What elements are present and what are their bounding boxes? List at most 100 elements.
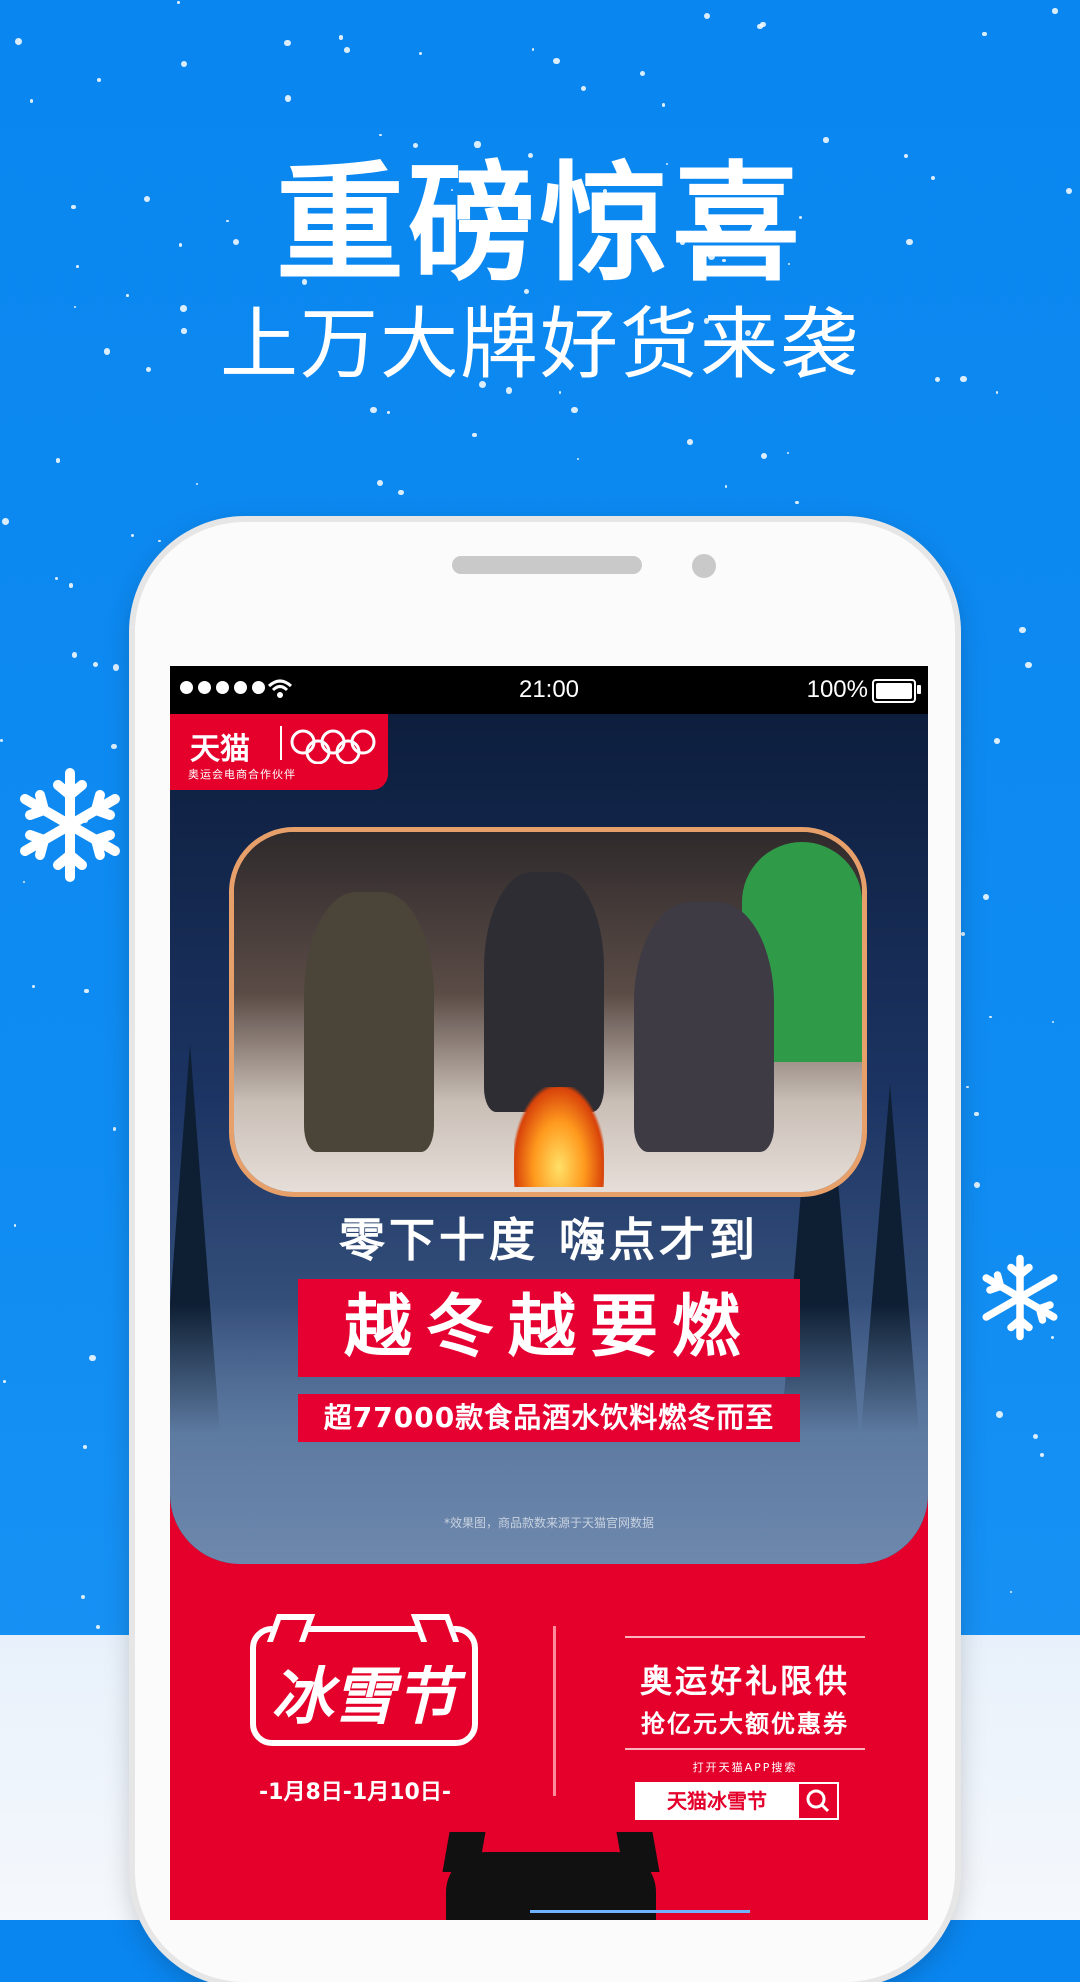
snow-dot [993,737,1000,744]
slogan-line2: 越冬越要燃 [298,1279,800,1377]
snow-dot [176,1,180,5]
snow-dot [1032,1433,1039,1440]
snow-dot [795,500,799,505]
snow-dot [110,743,117,750]
snow-dot [284,40,291,47]
snow-dot [31,984,36,989]
snow-dot [284,94,292,102]
snow-dot [757,23,763,30]
snow-dot [580,86,586,92]
snow-dot [96,78,102,83]
snow-dot [760,453,767,460]
snowflake-icon [20,768,120,882]
campfire-photo [234,832,862,1192]
snow-dot [158,539,161,543]
promo-line2: 抢亿元大额优惠券 [641,1710,849,1738]
snow-dot [112,664,120,671]
promo-headline: 重磅惊喜 [275,150,804,299]
snow-dot [338,35,344,41]
snow-dot [55,458,61,463]
snow-dot [577,457,580,460]
snow-dot [419,52,423,56]
snow-dot [974,1111,979,1117]
promo-subheadline: 上万大牌好货来袭 [219,300,860,390]
cat-ear [616,1832,660,1872]
campfire [514,1087,604,1187]
snow-dot [181,61,188,68]
snow-dot [531,48,535,51]
snow-dot [370,406,377,414]
snow-dot [92,661,98,667]
search-button[interactable] [799,1784,837,1818]
logo-divider [280,726,282,760]
snow-dot [1052,8,1058,14]
snowflake-icon [982,1254,1058,1341]
festival-search-box[interactable]: 天猫冰雪节 [635,1782,839,1820]
snow-dot [982,31,987,37]
phone-screen: 21:00 100% 天猫 奥运会电商合作伙伴 零下十度 嗨点才到 越冬越要燃 … [170,666,928,1920]
phone-speaker [452,556,642,574]
snow-dot [15,38,23,46]
snow-dot [966,1085,969,1089]
snow-dot [983,893,990,900]
phone-camera [692,554,716,578]
snow-dot [786,451,789,455]
battery-percent: 100% [806,676,868,703]
brand-subtitle: 奥运会电商合作伙伴 [188,768,296,781]
banner-footnote: *效果图，商品款数来源于天猫官网数据 [443,1516,654,1530]
snow-dot [68,583,74,588]
snow-dot [571,406,578,414]
promo-line1: 奥运好礼限供 [639,1662,850,1700]
person [634,902,774,1152]
snow-dot [703,12,710,19]
brand-name: 天猫 [190,732,250,767]
snow-dot [961,932,966,937]
snow-dot [3,1380,7,1384]
snow-dot [131,534,135,538]
olympic-rings-icon [290,729,376,764]
person [304,892,434,1152]
snow-dot [112,1127,117,1131]
promo-rule [625,1636,865,1638]
snow-dot [54,576,58,581]
snow-dot [13,1224,17,1227]
snow-dot [1051,1021,1054,1024]
vertical-divider [553,1626,556,1796]
snow-dot [724,485,728,489]
search-keyword: 天猫冰雪节 [667,1789,767,1813]
slogan-line3: 超77000款食品酒水饮料燃冬而至 [298,1394,800,1442]
page-indicator [530,1910,750,1913]
search-icon [806,1789,830,1813]
festival-dates: -1月8日-1月10日- [259,1780,451,1805]
snow-dot [29,99,34,103]
snow-dot [377,480,384,487]
snow-dot [89,1354,97,1362]
snow-dot [989,1015,993,1019]
cat-ear [442,1832,486,1872]
snow-dot [343,47,350,54]
snow-dot [1025,661,1032,669]
snow-dot [1019,626,1026,634]
snow-dot [472,433,477,438]
promo-rule [625,1748,865,1750]
snow-dot [387,411,391,414]
snow-dot [639,70,646,77]
snow-dot [661,103,666,107]
tmall-logo: 天猫 奥运会电商合作伙伴 [170,714,388,790]
status-bar: 21:00 100% [170,666,928,714]
person [484,872,604,1112]
battery-icon [872,679,916,703]
snow-dot [974,1182,981,1189]
snow-dot [71,652,78,658]
battery-tip [917,685,921,694]
snow-dot [1009,1590,1012,1593]
slogan-line1: 零下十度 嗨点才到 [338,1213,759,1267]
promo-banner[interactable]: 天猫 奥运会电商合作伙伴 零下十度 嗨点才到 越冬越要燃 超77000款食品酒水… [170,714,928,1564]
snow-dot [96,1624,101,1629]
snow-dot [0,738,4,743]
snow-dot [687,439,693,445]
snow-dot [1039,1452,1044,1458]
snow-dot [398,489,404,496]
snow-dot [81,1595,86,1600]
promo-hint: 打开天猫APP搜索 [692,1761,798,1774]
